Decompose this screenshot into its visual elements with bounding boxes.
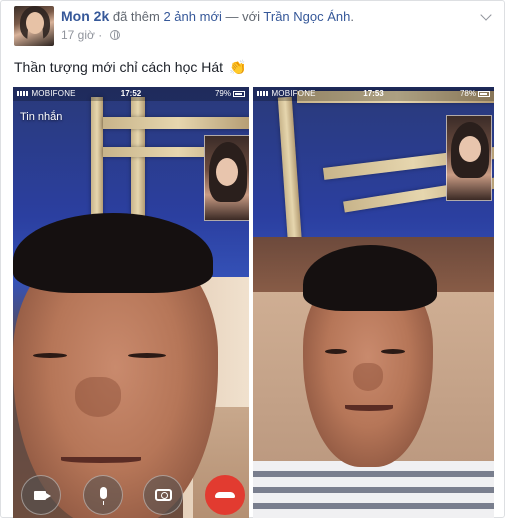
flip-camera-button[interactable] — [143, 475, 183, 515]
action-text: đã thêm — [112, 9, 160, 24]
hang-up-button[interactable] — [205, 475, 245, 515]
chevron-down-icon[interactable] — [480, 11, 492, 23]
post-header: Mon 2k đã thêm 2 ảnh mới — với Trần Ngọc… — [11, 5, 494, 49]
status-time: 17:53 — [363, 89, 384, 98]
status-bar: MOBIFONE 17:52 79% — [13, 87, 249, 101]
video-off-button[interactable] — [21, 475, 61, 515]
clapping-hands-emoji: 👏 — [228, 59, 247, 75]
with-separator: — với — [225, 9, 261, 24]
post-caption: Thần tượng mới chỉ cách học Hát 👏 — [14, 59, 246, 76]
mute-icon — [100, 487, 107, 505]
mute-button[interactable] — [83, 475, 123, 515]
pip-video — [446, 115, 492, 201]
post-headline: Mon 2k đã thêm 2 ảnh mới — với Trần Ngọc… — [61, 8, 354, 24]
globe-icon — [109, 30, 120, 40]
facebook-post: Mon 2k đã thêm 2 ảnh mới — với Trần Ngọc… — [0, 0, 505, 518]
battery-level: 79% — [214, 89, 231, 98]
battery-level: 78% — [459, 89, 476, 98]
post-timestamp[interactable]: 17 giờ — [61, 28, 95, 42]
author-name[interactable]: Mon 2k — [61, 8, 109, 24]
pip-video — [204, 135, 249, 221]
post-meta: 17 giờ · — [61, 28, 120, 42]
author-avatar[interactable] — [14, 6, 54, 46]
battery-icon — [478, 91, 490, 97]
photo-2[interactable]: MOBIFONE 17:53 78% — [253, 87, 494, 518]
photos-link[interactable]: 2 ảnh mới — [163, 9, 221, 24]
photo-grid: MOBIFONE 17:52 79% Tin nhắn MOBIFONE 17:… — [13, 87, 494, 518]
striped-shirt — [253, 461, 494, 518]
photo-1[interactable]: MOBIFONE 17:52 79% Tin nhắn — [13, 87, 249, 518]
battery-icon — [233, 91, 245, 97]
back-to-messages[interactable]: Tin nhắn — [20, 111, 62, 123]
video-off-icon — [34, 491, 51, 500]
hang-up-icon — [215, 492, 235, 498]
tagged-person[interactable]: Trần Ngọc Ánh — [263, 9, 350, 24]
flip-camera-icon — [155, 489, 172, 501]
caption-text: Thần tượng mới chỉ cách học Hát — [14, 59, 224, 75]
status-bar: MOBIFONE 17:53 78% — [253, 87, 494, 101]
status-time: 17:52 — [120, 89, 142, 98]
